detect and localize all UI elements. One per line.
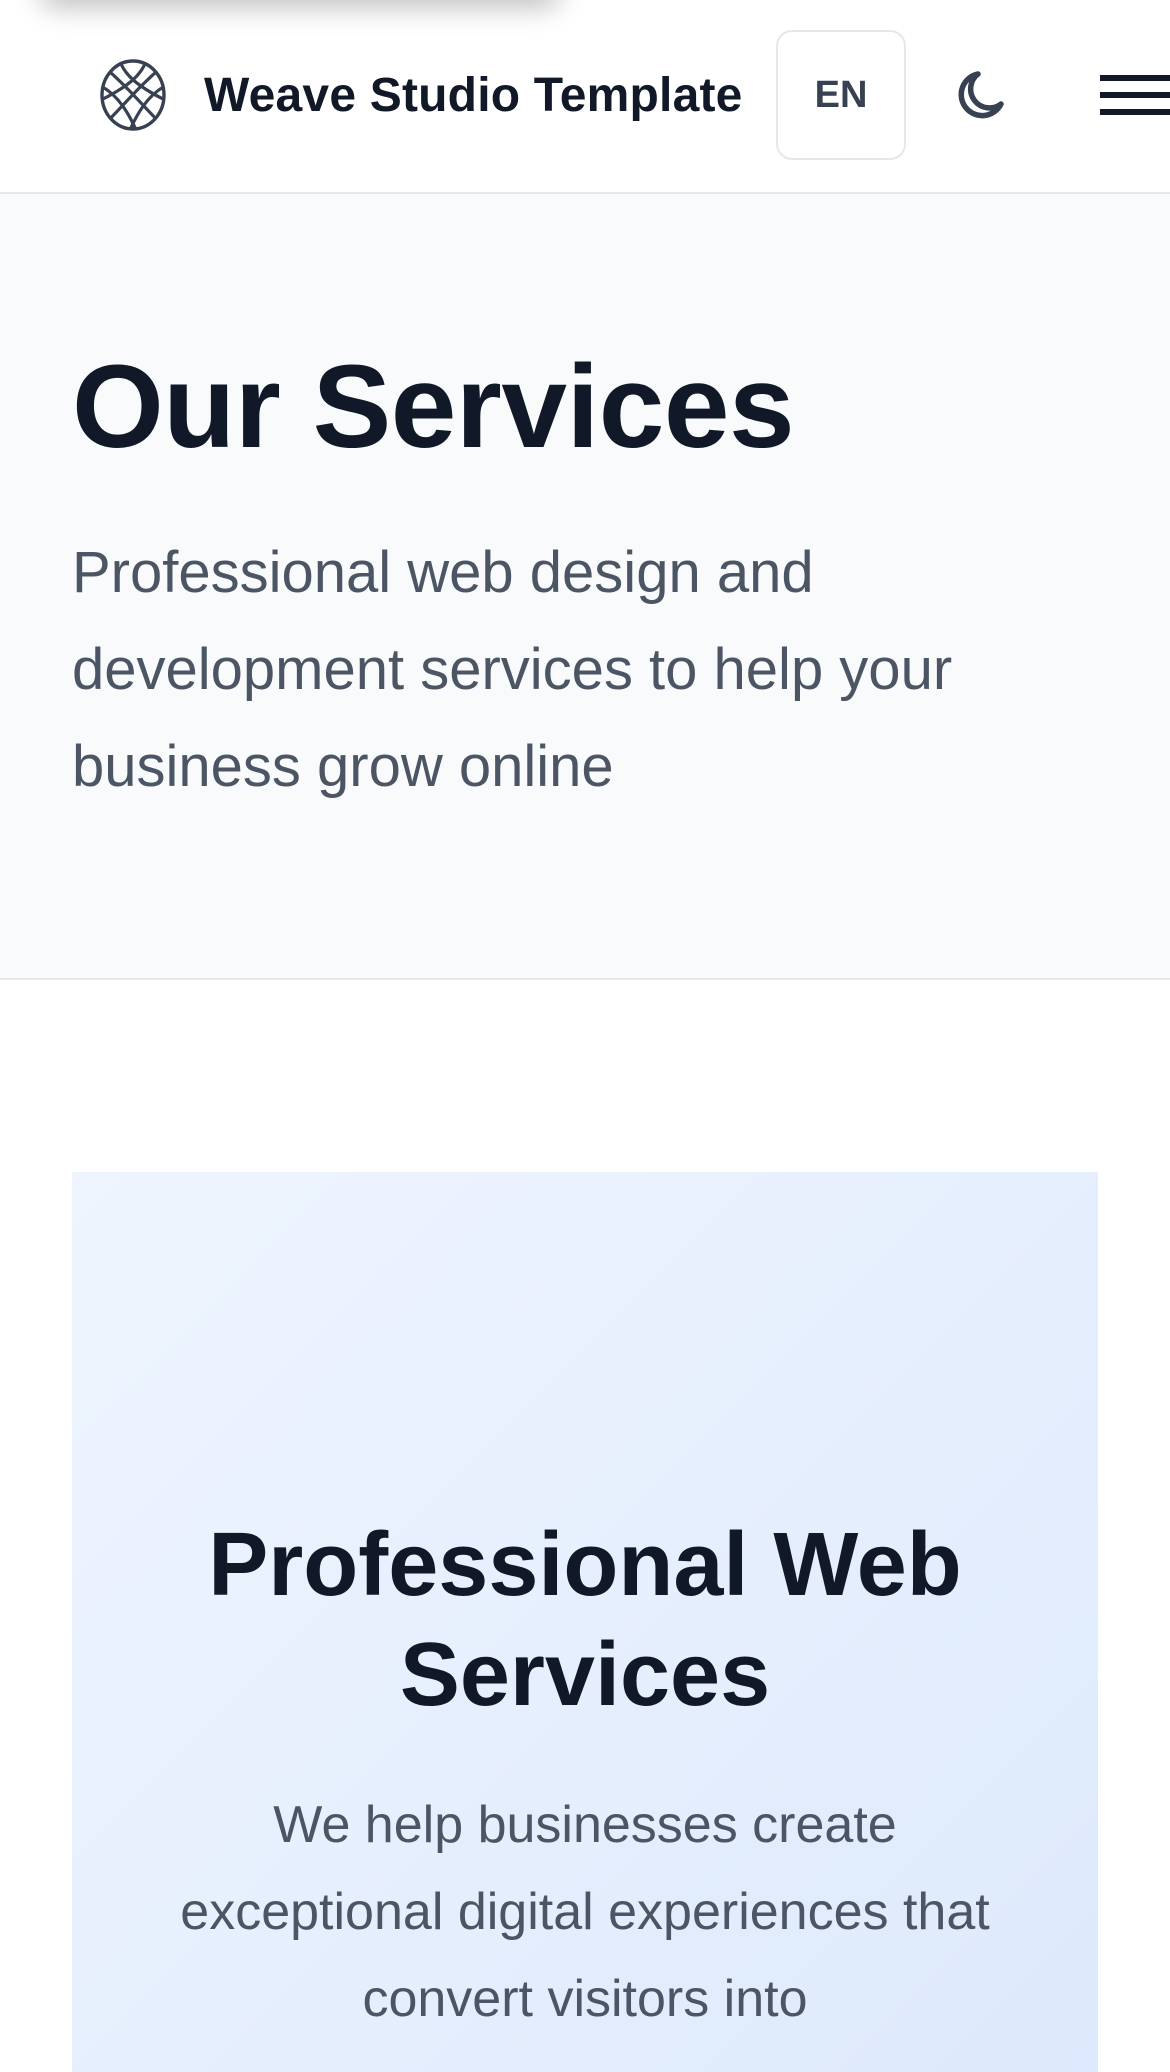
dark-mode-toggle[interactable] — [944, 56, 1024, 136]
moon-icon — [958, 71, 1004, 119]
language-selector-button[interactable]: EN — [776, 30, 906, 160]
card-description: We help businesses create exceptional di… — [180, 1796, 990, 2028]
brand-name[interactable]: Weave Studio Template — [204, 62, 743, 130]
woven-globe-logo-icon[interactable] — [97, 56, 169, 134]
site-header: Weave Studio Template EN — [0, 0, 1170, 194]
page-title: Our Services — [72, 341, 795, 473]
professional-services-card: Professional Web Services We help busine… — [72, 1172, 1098, 2072]
services-hero: Our Services Professional web design and… — [0, 194, 1170, 980]
menu-button[interactable] — [1086, 60, 1170, 130]
hero-subtitle: Professional web design and development … — [72, 540, 953, 799]
card-title: Professional Web Services — [208, 1515, 962, 1725]
hamburger-menu-icon — [1100, 75, 1170, 115]
